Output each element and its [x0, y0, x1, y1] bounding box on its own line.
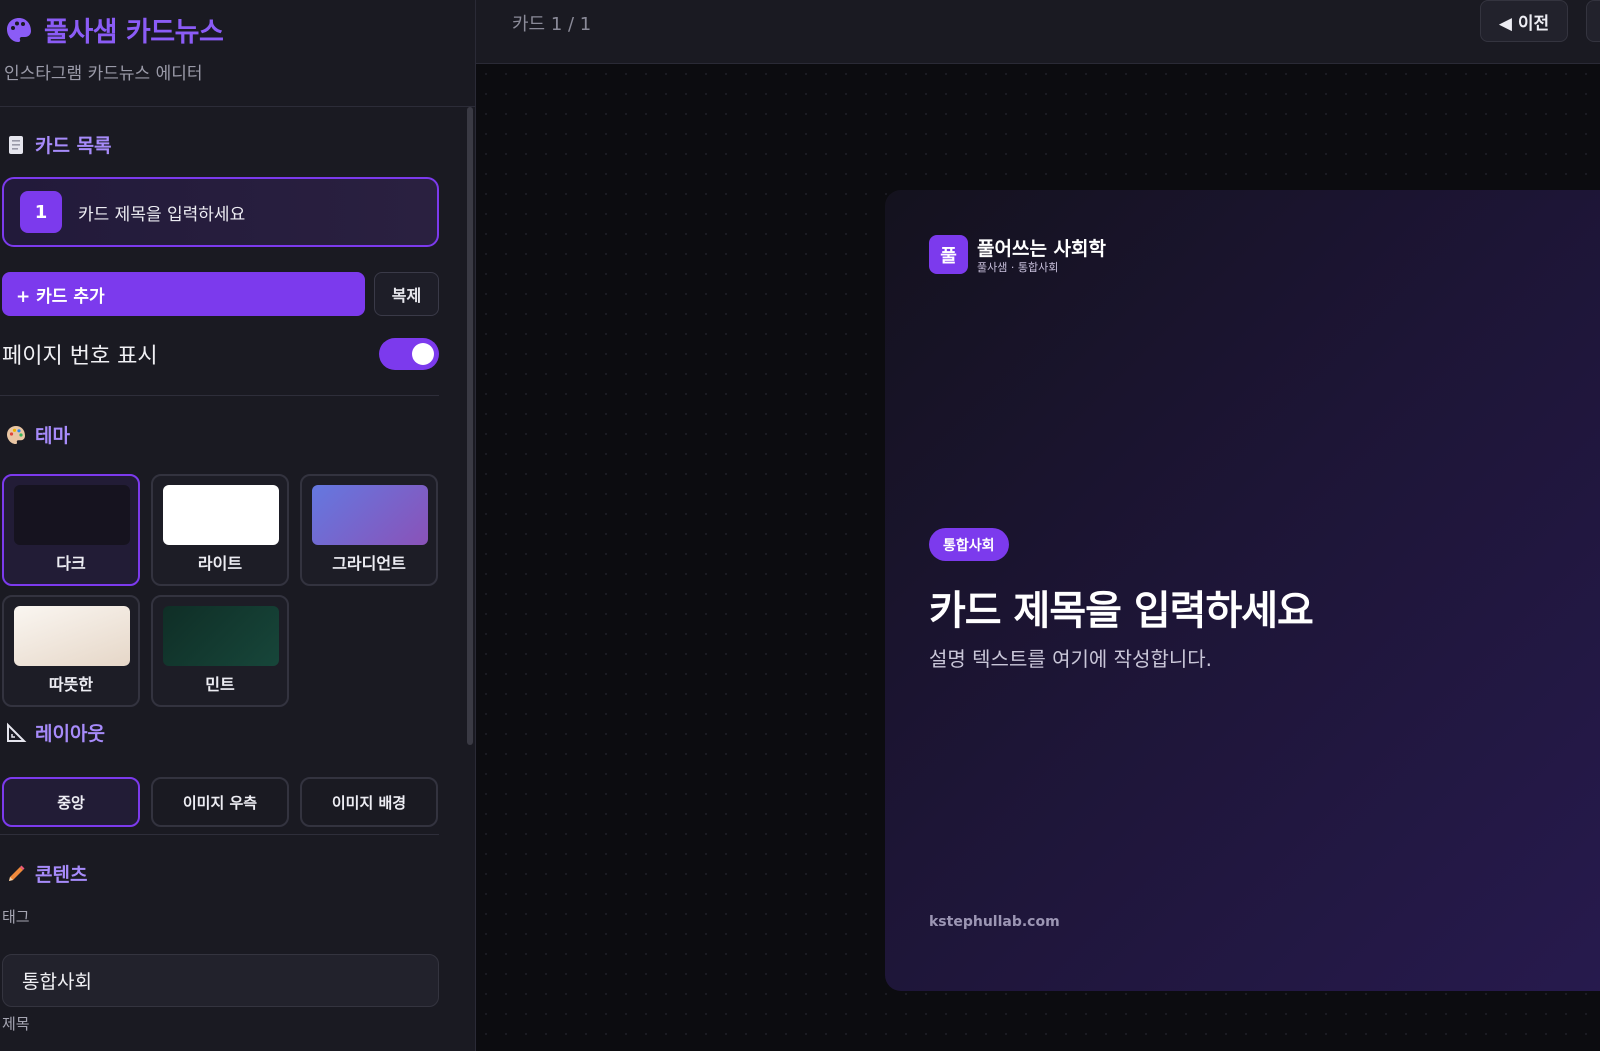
prev-button[interactable]: ◀ 이전: [1480, 0, 1568, 42]
layout-options: 중앙 이미지 우측 이미지 배경: [2, 777, 439, 827]
theme-title-label: 테마: [35, 425, 70, 447]
theme-swatch: [312, 485, 428, 545]
document-icon: [5, 134, 27, 156]
section-divider: [0, 834, 439, 835]
theme-swatch: [163, 485, 279, 545]
tag-field-label: 태그: [2, 908, 30, 926]
theme-option-light[interactable]: 라이트: [151, 474, 289, 586]
sidebar: 풀사샘 카드뉴스 인스타그램 카드뉴스 에디터 카드 목록 1 카드 제목을 입…: [0, 0, 476, 1051]
app-root: 풀사샘 카드뉴스 인스타그램 카드뉴스 에디터 카드 목록 1 카드 제목을 입…: [0, 0, 1600, 1051]
page-number-toggle[interactable]: [379, 338, 439, 370]
theme-option-label: 라이트: [197, 554, 243, 573]
card-logo: 풀: [929, 235, 968, 274]
app-title: 풀사샘 카드뉴스: [44, 17, 224, 48]
theme-option-label: 다크: [56, 554, 86, 573]
card-title: 카드 제목을 입력하세요: [929, 588, 1314, 634]
card-list-title: 카드 목록: [0, 131, 112, 158]
duplicate-card-button[interactable]: 복제: [374, 272, 439, 316]
topbar: 카드 1 / 1 ◀ 이전: [476, 0, 1600, 64]
brand: 풀사샘 카드뉴스: [4, 10, 475, 49]
theme-swatch: [163, 606, 279, 666]
tag-input[interactable]: [2, 954, 439, 1007]
title-field-label: 제목: [2, 1015, 30, 1033]
next-button[interactable]: [1586, 0, 1600, 42]
pencil-icon: [5, 863, 27, 885]
card-preview: 풀 풀어쓰는 사회학 풀사샘 · 통합사회 통합사회 카드 제목을 입력하세요 …: [885, 190, 1600, 991]
content-title-label: 콘텐츠: [35, 864, 88, 886]
layout-option-image-right[interactable]: 이미지 우측: [151, 777, 289, 827]
add-card-button[interactable]: + 카드 추가: [2, 272, 365, 316]
card-list-title-label: 카드 목록: [35, 135, 112, 157]
preview-canvas: 풀 풀어쓰는 사회학 풀사샘 · 통합사회 통합사회 카드 제목을 입력하세요 …: [476, 64, 1600, 1051]
palette-icon: [5, 424, 27, 446]
page-number-label: 페이지 번호 표시: [2, 344, 158, 369]
card-number-badge: 1: [20, 191, 62, 233]
layout-title-label: 레이아웃: [35, 723, 105, 745]
theme-option-gradient[interactable]: 그라디언트: [300, 474, 438, 586]
section-divider: [0, 395, 439, 396]
card-tag: 통합사회: [929, 528, 1009, 561]
ruler-triangle-icon: [5, 722, 27, 744]
sidebar-scrollbar[interactable]: [467, 107, 473, 745]
layout-option-center[interactable]: 중앙: [2, 777, 140, 827]
theme-swatch: [14, 606, 130, 666]
layout-title: 레이아웃: [0, 719, 105, 746]
card-brand: 풀어쓰는 사회학: [977, 238, 1106, 260]
theme-option-mint[interactable]: 민트: [151, 595, 289, 707]
theme-option-label: 따뜻한: [48, 675, 94, 694]
palette-icon: [4, 15, 34, 45]
card-footer-url: kstephullab.com: [929, 914, 1060, 930]
sidebar-header: 풀사샘 카드뉴스 인스타그램 카드뉴스 에디터: [0, 0, 475, 107]
theme-swatch: [14, 485, 130, 545]
theme-title: 테마: [0, 421, 70, 448]
card-description: 설명 텍스트를 여기에 작성합니다.: [929, 647, 1213, 671]
card-list-item-label: 카드 제목을 입력하세요: [78, 204, 246, 225]
card-list-item[interactable]: 1 카드 제목을 입력하세요: [2, 177, 439, 247]
card-brand-subtitle: 풀사샘 · 통합사회: [977, 261, 1059, 274]
card-counter: 카드 1 / 1: [512, 14, 592, 35]
toggle-knob: [412, 343, 434, 365]
content-title: 콘텐츠: [0, 860, 87, 887]
app-subtitle: 인스타그램 카드뉴스 에디터: [4, 64, 203, 84]
page-number-row: 페이지 번호 표시: [2, 334, 439, 374]
theme-option-label: 민트: [205, 675, 235, 694]
theme-option-warm[interactable]: 따뜻한: [2, 595, 140, 707]
layout-option-image-background[interactable]: 이미지 배경: [300, 777, 438, 827]
theme-option-label: 그라디언트: [332, 554, 406, 573]
theme-option-dark[interactable]: 다크: [2, 474, 140, 586]
